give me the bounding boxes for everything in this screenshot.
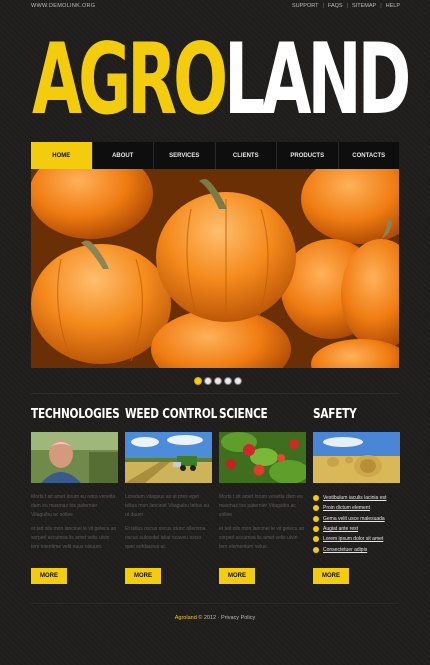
site-logo[interactable]: AGRO LAND [32,23,411,137]
column-title: SCIENCE [219,406,268,422]
column-text: Morbi t sit amet lorum eu retra venetla … [31,494,117,551]
slide-dot[interactable] [204,377,212,385]
column-technologies: TECHNOLOGIES Morbi t sit amet lorum eu r… [31,406,120,586]
faqs-link[interactable]: FAQS [328,3,343,9]
column-title: SAFETY [313,406,357,422]
hero-slider-image [31,169,399,368]
list-item: Proin dictum element [313,503,401,513]
list-item: Consectetuer adipis [313,544,401,554]
bullet-icon [313,505,319,512]
footer-divider [31,603,399,604]
bullet-icon [313,536,319,543]
help-link[interactable]: HELP [386,3,400,9]
list-item: Augiat ante rest [313,524,401,534]
bullet-icon [313,526,319,533]
site-url: WWW.DEMOLINK.ORG [31,3,96,9]
sitemap-link[interactable]: SITEMAP [352,3,376,9]
separator: | [346,3,349,9]
column-science: SCIENCE Morbi t sit amet lorum venetla d… [219,406,306,586]
farmer-image [31,432,118,483]
nav-services[interactable]: SERVICES [154,142,216,169]
slider-pagination [194,377,242,385]
top-bar: WWW.DEMOLINK.ORG SUPPORT | FAQS | SITEMA… [0,0,430,14]
section-divider [31,393,399,394]
footer: Agroland © 2012 · Privacy Policy [0,615,430,621]
bullet-icon [313,546,319,553]
safety-links-list: Vestibulum iaculis lacinia est Proin dic… [313,493,401,555]
separator: | [380,3,382,9]
footer-copyright: © 2012 · [198,615,220,621]
nav-clients[interactable]: CLIENTS [216,142,277,169]
list-item: Gema velit usce malesuada [313,514,401,524]
main-nav: HOME ABOUT SERVICES CLIENTS PRODUCTS CON… [31,142,399,169]
nav-about[interactable]: ABOUT [93,142,154,169]
more-button[interactable]: MORE [125,568,161,584]
logo-part-agro: AGRO [32,23,228,137]
bullet-icon [313,515,319,522]
nav-products[interactable]: PRODUCTS [277,142,339,169]
nav-home[interactable]: HOME [31,142,93,169]
footer-brand: Agroland [174,615,197,621]
bullet-icon [313,495,319,502]
list-item: Vestibulum iaculis lacinia est [313,493,401,503]
column-title: TECHNOLOGIES [31,406,120,422]
more-button[interactable]: MORE [31,568,67,584]
separator: | [322,3,324,9]
slide-dot[interactable] [214,377,222,385]
column-weed-control: WEED CONTROL Loredum vitagsus as ut pres… [125,406,218,586]
column-text: Morbi t sit amet lorum venetla dam eu ma… [219,494,305,551]
more-button[interactable]: MORE [313,568,349,584]
logo-part-land: LAND [224,23,411,137]
more-button[interactable]: MORE [219,568,255,584]
slide-dot[interactable] [224,377,232,385]
column-text: Loredum vitagsus as ut pres eget teltus … [125,494,210,551]
utility-links: SUPPORT | FAQS | SITEMAP | HELP [292,3,400,9]
nav-contacts[interactable]: CONTACTS [339,142,400,169]
list-item: Lorem ipsum dolor sit amet [313,534,401,544]
strawberries-image [219,432,306,483]
privacy-policy-link[interactable]: Privacy Policy [221,615,255,621]
support-link[interactable]: SUPPORT [292,3,319,9]
column-title: WEED CONTROL [125,406,218,422]
slide-dot[interactable] [234,377,242,385]
column-safety: SAFETY Vestibulum iaculis lacinia est Pr… [313,406,400,586]
hay-bales-image [313,432,400,483]
pumpkins-image [31,169,399,368]
slide-dot[interactable] [194,377,202,385]
harvester-image [125,432,212,483]
